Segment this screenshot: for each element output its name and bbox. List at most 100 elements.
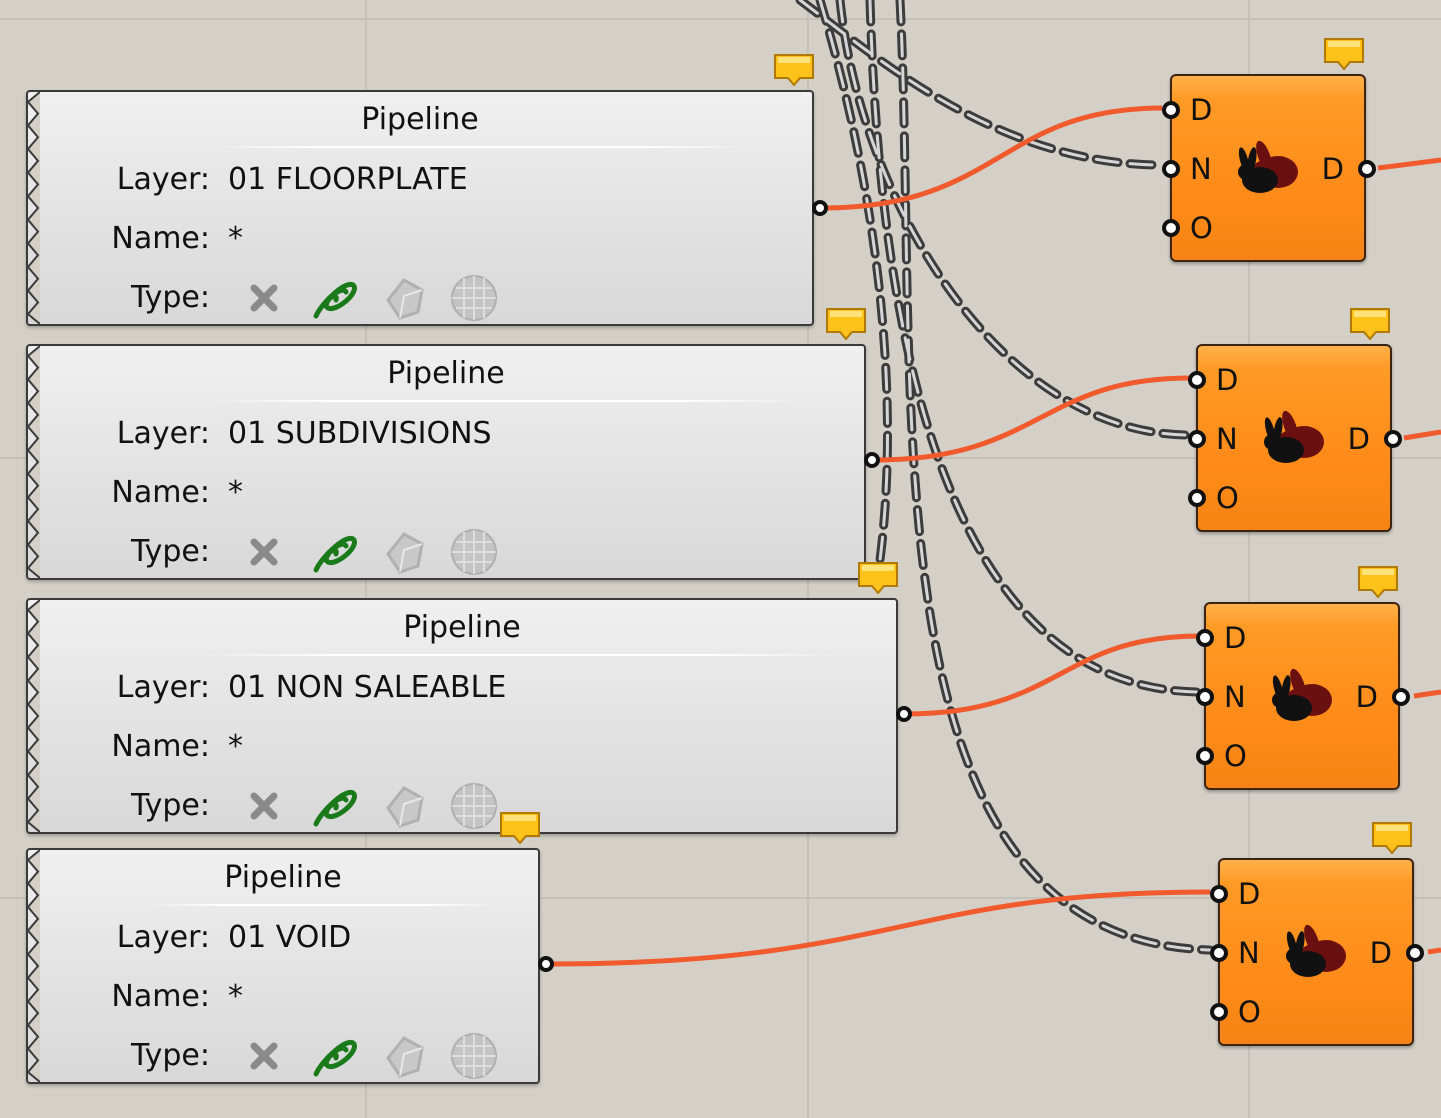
layer-row: Layer: 01 FLOORPLATE (28, 160, 812, 200)
pipeline-output-port[interactable] (864, 452, 880, 468)
input-label-d: D (1216, 363, 1239, 397)
mesh-icon[interactable] (448, 780, 500, 832)
rabbit-icon (1286, 924, 1346, 977)
input-port-d[interactable] (1162, 101, 1180, 119)
name-value[interactable]: * (228, 977, 243, 1017)
type-label: Type: (130, 1038, 210, 1073)
pipeline-title: Pipeline (387, 356, 505, 391)
layer-label: Layer: (116, 416, 210, 451)
input-port-n[interactable] (1210, 944, 1228, 962)
layer-row: Layer: 01 SUBDIVISIONS (28, 414, 864, 454)
data-node-component[interactable]: D N O D (1210, 858, 1424, 1046)
mesh-icon[interactable] (448, 272, 500, 324)
input-port-o[interactable] (1210, 1003, 1228, 1021)
message-bubble-icon[interactable] (856, 560, 900, 596)
cross-icon[interactable] (238, 1030, 290, 1082)
surface-icon[interactable] (378, 272, 430, 324)
input-port-o[interactable] (1188, 489, 1206, 507)
layer-value[interactable]: 01 FLOORPLATE (228, 160, 468, 200)
input-port-d[interactable] (1210, 885, 1228, 903)
input-label-n: N (1238, 936, 1260, 970)
pipeline-component[interactable]: Pipeline Layer: 01 FLOORPLATE Name: * Ty… (26, 90, 814, 326)
message-bubble-icon[interactable] (824, 306, 868, 342)
layer-label: Layer: (116, 670, 210, 705)
input-label-o: O (1216, 481, 1239, 515)
name-value[interactable]: * (228, 473, 243, 513)
surface-icon[interactable] (378, 526, 430, 578)
name-row: Name: * (28, 727, 896, 767)
cross-icon[interactable] (238, 780, 290, 832)
pipeline-component[interactable]: Pipeline Layer: 01 VOID Name: * Type: (26, 848, 540, 1084)
cross-icon[interactable] (238, 272, 290, 324)
layer-value[interactable]: 01 VOID (228, 918, 351, 958)
message-bubble-icon[interactable] (1370, 820, 1414, 856)
input-label-d: D (1238, 877, 1261, 911)
name-row: Name: * (28, 977, 538, 1017)
message-bubble-icon[interactable] (498, 810, 542, 846)
curve-icon[interactable] (308, 272, 360, 324)
layer-label: Layer: (116, 162, 210, 197)
input-port-d[interactable] (1188, 371, 1206, 389)
input-port-o[interactable] (1196, 747, 1214, 765)
pipeline-component[interactable]: Pipeline Layer: 01 SUBDIVISIONS Name: * … (26, 344, 866, 580)
title-separator (208, 400, 804, 402)
surface-icon[interactable] (378, 780, 430, 832)
input-label-d: D (1224, 621, 1247, 655)
type-filter-icons (238, 526, 500, 578)
message-bubble-icon[interactable] (1348, 306, 1392, 342)
pipeline-output-port[interactable] (896, 706, 912, 722)
input-label-n: N (1224, 680, 1246, 714)
name-row: Name: * (28, 473, 864, 513)
input-label-n: N (1190, 152, 1212, 186)
input-port-n[interactable] (1196, 688, 1214, 706)
message-bubble-icon[interactable] (1322, 36, 1366, 72)
name-row: Name: * (28, 219, 812, 259)
pipeline-component[interactable]: Pipeline Layer: 01 NON SALEABLE Name: * … (26, 598, 898, 834)
type-filter-icons (238, 1030, 500, 1082)
type-label: Type: (130, 280, 210, 315)
pipeline-output-port[interactable] (812, 200, 828, 216)
data-wire-out (1427, 947, 1441, 955)
output-port-d[interactable] (1384, 430, 1402, 448)
type-filter-icons (238, 780, 500, 832)
rabbit-icon (1238, 140, 1298, 193)
name-value[interactable]: * (228, 219, 243, 259)
curve-icon[interactable] (308, 780, 360, 832)
input-port-d[interactable] (1196, 629, 1214, 647)
pipeline-output-port[interactable] (538, 956, 554, 972)
title-separator (148, 904, 498, 906)
input-port-n[interactable] (1188, 430, 1206, 448)
name-label: Name: (111, 221, 210, 256)
layer-value[interactable]: 01 NON SALEABLE (228, 668, 506, 708)
title-separator (208, 654, 836, 656)
mesh-icon[interactable] (448, 1030, 500, 1082)
data-wire-out (1403, 429, 1441, 441)
rabbit-icon (1264, 410, 1324, 463)
curve-icon[interactable] (308, 1030, 360, 1082)
output-port-d[interactable] (1406, 944, 1424, 962)
input-port-n[interactable] (1162, 160, 1180, 178)
layer-row: Layer: 01 VOID (28, 918, 538, 958)
cross-icon[interactable] (238, 526, 290, 578)
message-bubble-icon[interactable] (1356, 564, 1400, 600)
output-port-d[interactable] (1358, 160, 1376, 178)
data-wire-out (1377, 157, 1441, 171)
input-label-n: N (1216, 422, 1238, 456)
layer-label: Layer: (116, 920, 210, 955)
mesh-icon[interactable] (448, 526, 500, 578)
data-node-component[interactable]: D N O D (1188, 344, 1402, 532)
pipeline-title: Pipeline (224, 860, 342, 895)
title-separator (208, 146, 752, 148)
output-port-d[interactable] (1392, 688, 1410, 706)
input-port-o[interactable] (1162, 219, 1180, 237)
name-label: Name: (111, 729, 210, 764)
output-label-d: D (1347, 422, 1370, 456)
curve-icon[interactable] (308, 526, 360, 578)
surface-icon[interactable] (378, 1030, 430, 1082)
name-value[interactable]: * (228, 727, 243, 767)
message-bubble-icon[interactable] (772, 52, 816, 88)
data-node-component[interactable]: D N O D (1162, 74, 1376, 262)
dashed-wire (865, 0, 1205, 697)
layer-value[interactable]: 01 SUBDIVISIONS (228, 414, 492, 454)
data-node-component[interactable]: D N O D (1196, 602, 1410, 790)
